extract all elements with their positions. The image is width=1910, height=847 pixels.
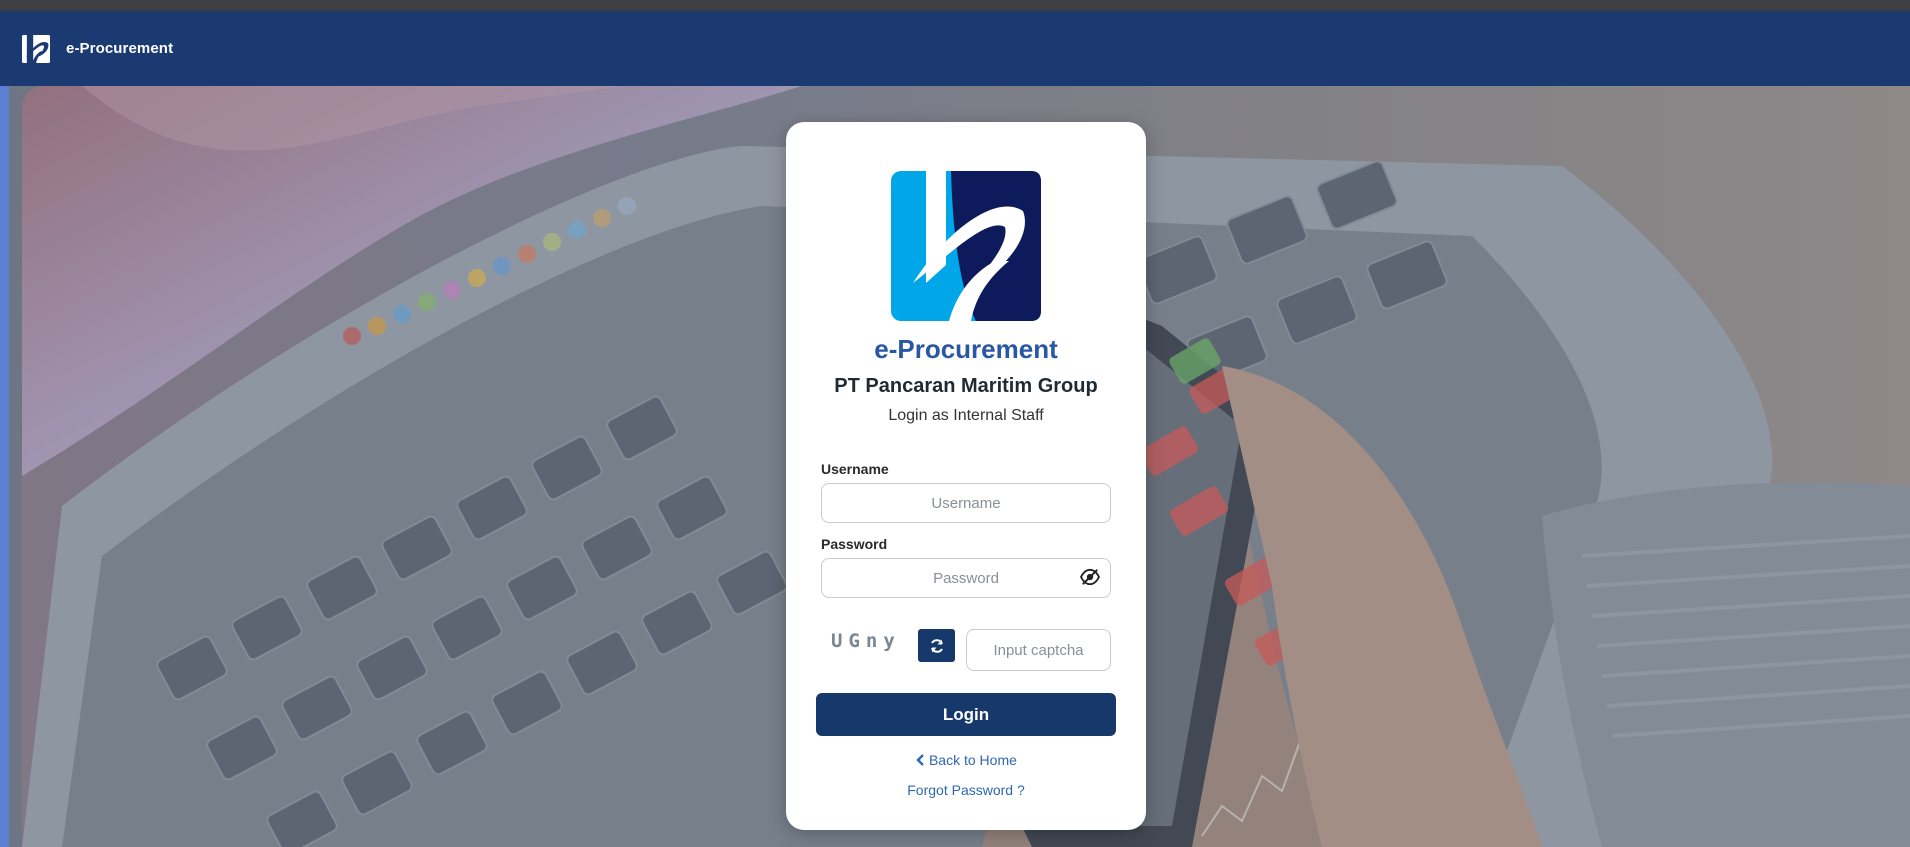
captcha-refresh-button[interactable] bbox=[918, 629, 955, 662]
pancaran-logo-icon[interactable] bbox=[22, 34, 50, 63]
brand-title: e-Procurement bbox=[874, 334, 1058, 364]
left-rail bbox=[0, 86, 9, 847]
password-label: Password bbox=[821, 536, 888, 552]
refresh-icon bbox=[930, 638, 943, 653]
login-button[interactable]: Login bbox=[816, 693, 1116, 736]
app-header: e-Procurement bbox=[0, 11, 1910, 86]
header-title: e-Procurement bbox=[66, 40, 174, 57]
eye-slash-icon[interactable] bbox=[1079, 568, 1101, 586]
forgot-password-link[interactable]: Forgot Password ? bbox=[786, 782, 1146, 798]
login-card: e-Procurement PT Pancaran Maritim Group … bbox=[786, 122, 1146, 830]
username-label: Username bbox=[821, 461, 889, 477]
username-input[interactable] bbox=[821, 483, 1111, 523]
company-name: PT Pancaran Maritim Group bbox=[834, 375, 1098, 397]
back-to-home-label: Back to Home bbox=[928, 752, 1017, 768]
captcha-image-text: UGny bbox=[831, 630, 901, 652]
login-subtitle: Login as Internal Staff bbox=[888, 407, 1044, 424]
pancaran-logo-icon bbox=[891, 171, 1041, 321]
back-to-home-link[interactable]: Back to Home bbox=[786, 752, 1146, 768]
captcha-input[interactable] bbox=[966, 629, 1111, 671]
chevron-left-icon bbox=[916, 754, 924, 766]
os-window-strip bbox=[0, 0, 1910, 11]
password-input[interactable] bbox=[821, 558, 1111, 598]
